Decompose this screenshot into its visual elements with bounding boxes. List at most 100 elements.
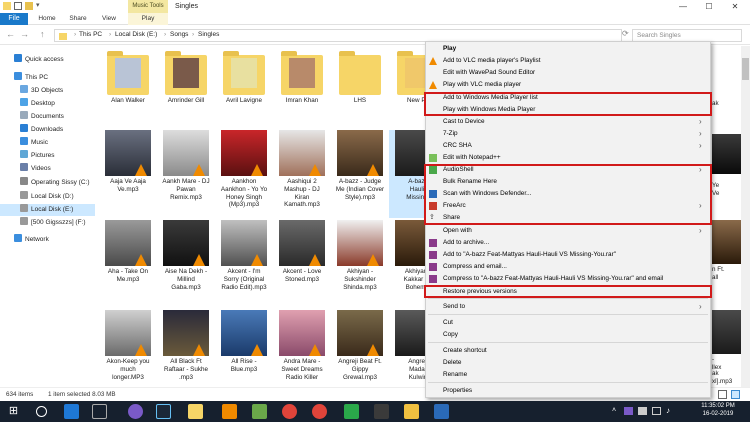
menu-play[interactable]: Play [443, 43, 456, 54]
chevron-right-icon: › [699, 129, 702, 138]
up-icon[interactable]: ↑ [40, 29, 45, 39]
menu-add-to-rar[interactable]: Add to "A-bazz Feat-Mattyas Hauli-Hauli … [443, 249, 616, 260]
menu-open-with[interactable]: Open with [443, 225, 472, 236]
notepad-plus-plus-taskbar-icon[interactable] [252, 404, 267, 419]
forward-icon[interactable]: → [20, 29, 29, 39]
breadcrumb-local-disk-e[interactable]: Local Disk (E:) [115, 31, 157, 38]
nav-pictures[interactable]: Pictures [20, 150, 54, 162]
menu-add-to-vlc-playlist[interactable]: Add to VLC media player's Playlist [443, 55, 540, 66]
vlc-taskbar-icon[interactable] [222, 404, 237, 419]
discord-icon[interactable] [128, 404, 143, 419]
menu-create-shortcut[interactable]: Create shortcut [443, 345, 487, 356]
album-art [279, 220, 325, 266]
menu-7zip[interactable]: 7-Zip [443, 128, 458, 139]
volume-icon[interactable]: ♪ [666, 406, 670, 415]
folder-icon [59, 33, 67, 40]
app-icon[interactable] [434, 404, 449, 419]
tab-view[interactable]: View [96, 13, 122, 25]
menu-cut[interactable]: Cut [443, 317, 453, 328]
music-tools-tab[interactable]: Music Tools [128, 0, 168, 13]
nav-3d-objects[interactable]: 3D Objects [20, 85, 63, 97]
chevron-down-icon[interactable]: ▾ [36, 2, 44, 10]
file-label-partial[interactable]: ak xl].mp3 [712, 370, 742, 386]
breadcrumb-separator-icon: › [164, 31, 167, 38]
refresh-icon[interactable]: ⟳ [622, 29, 629, 38]
minimize-button[interactable]: — [670, 0, 696, 13]
nav-downloads[interactable]: Downloads [20, 124, 63, 136]
vertical-scrollbar[interactable] [741, 46, 750, 387]
selection-info: 1 item selected 8.03 MB [48, 391, 116, 398]
nav-quick-access[interactable]: Quick access [14, 54, 64, 66]
breadcrumb-singles[interactable]: Singles [198, 31, 219, 38]
menu-separator [428, 342, 708, 343]
new-folder-icon[interactable] [25, 2, 33, 10]
tab-play[interactable]: Play [128, 13, 168, 25]
app-icon[interactable] [374, 404, 389, 419]
chrome-icon[interactable] [282, 404, 297, 419]
breadcrumb-songs[interactable]: Songs [170, 31, 188, 38]
file-label-partial[interactable]: ak [712, 100, 742, 108]
edge-icon[interactable] [64, 404, 79, 419]
folder-icon [223, 51, 265, 95]
windows-media-icon[interactable] [404, 404, 419, 419]
back-icon[interactable]: ← [6, 29, 15, 39]
discord-tray-icon[interactable] [624, 407, 633, 415]
menu-rename[interactable]: Rename [443, 369, 467, 380]
winrar-icon [429, 263, 437, 271]
menu-send-to[interactable]: Send to [443, 301, 465, 312]
highlight-box [424, 285, 712, 298]
vlc-icon [429, 81, 437, 89]
properties-icon[interactable] [14, 2, 22, 10]
chevron-up-icon[interactable]: ˄ [612, 407, 616, 414]
tab-share[interactable]: Share [64, 13, 92, 25]
chrome-alt-icon[interactable] [312, 404, 327, 419]
highlight-box [424, 92, 712, 116]
clock[interactable]: 11:35:02 PM 16-02-2019 [690, 402, 746, 418]
menu-edit-with-notepad[interactable]: Edit with Notepad++ [443, 152, 501, 163]
start-icon[interactable]: ⊞ [6, 404, 21, 419]
details-view-icon[interactable] [718, 390, 727, 399]
menu-compress-to-rar-and-email[interactable]: Compress to "A-bazz Feat-Mattyas Hauli-H… [443, 273, 663, 284]
steam-icon[interactable] [156, 404, 171, 419]
menu-delete[interactable]: Delete [443, 357, 461, 368]
file-label-partial[interactable]: Ye [712, 182, 742, 190]
nav-drive-f[interactable]: [500 Gigsszzs] (F:) [20, 217, 86, 229]
tab-file[interactable]: File [0, 13, 28, 25]
menu-crc-sha[interactable]: CRC SHA [443, 140, 472, 151]
menu-copy[interactable]: Copy [443, 329, 458, 340]
nav-network[interactable]: Network [14, 234, 49, 246]
search-icon[interactable] [36, 406, 47, 417]
file-label-partial[interactable]: n Ft. all [712, 266, 742, 282]
nav-drive-e[interactable]: Local Disk (E:) [20, 204, 73, 216]
menu-play-with-vlc[interactable]: Play with VLC media player [443, 79, 521, 90]
nav-desktop[interactable]: Desktop [20, 98, 55, 110]
large-icons-view-icon[interactable] [731, 390, 740, 399]
album-art [337, 220, 383, 266]
nav-videos[interactable]: Videos [20, 163, 51, 175]
battery-icon[interactable] [638, 407, 647, 415]
drive-icon [20, 177, 28, 185]
menu-compress-and-email[interactable]: Compress and email... [443, 261, 507, 272]
album-art [337, 130, 383, 176]
nav-drive-d[interactable]: Local Disk (D:) [20, 191, 74, 203]
tab-home[interactable]: Home [34, 13, 60, 25]
scrollbar-thumb[interactable] [742, 58, 749, 80]
menu-add-to-archive[interactable]: Add to archive... [443, 237, 489, 248]
music-app-icon[interactable] [344, 404, 359, 419]
nav-this-pc[interactable]: This PC [14, 72, 48, 84]
close-button[interactable]: ✕ [722, 0, 748, 13]
wifi-icon[interactable] [652, 407, 661, 415]
network-icon [14, 234, 22, 242]
menu-edit-with-wavepad[interactable]: Edit with WavePad Sound Editor [443, 67, 535, 78]
album-art [279, 130, 325, 176]
nav-music[interactable]: Music [20, 137, 48, 149]
nav-drive-c[interactable]: Operating Sissy (C:) [20, 177, 90, 189]
file-label-partial[interactable]: Ve [712, 190, 742, 198]
maximize-button[interactable]: ☐ [696, 0, 722, 13]
menu-properties[interactable]: Properties [443, 385, 472, 396]
task-view-icon[interactable] [92, 404, 107, 419]
breadcrumb-this-pc[interactable]: This PC [79, 31, 102, 38]
file-explorer-icon[interactable] [188, 404, 203, 419]
menu-cast-to-device[interactable]: Cast to Device [443, 116, 485, 127]
nav-documents[interactable]: Documents [20, 111, 64, 123]
